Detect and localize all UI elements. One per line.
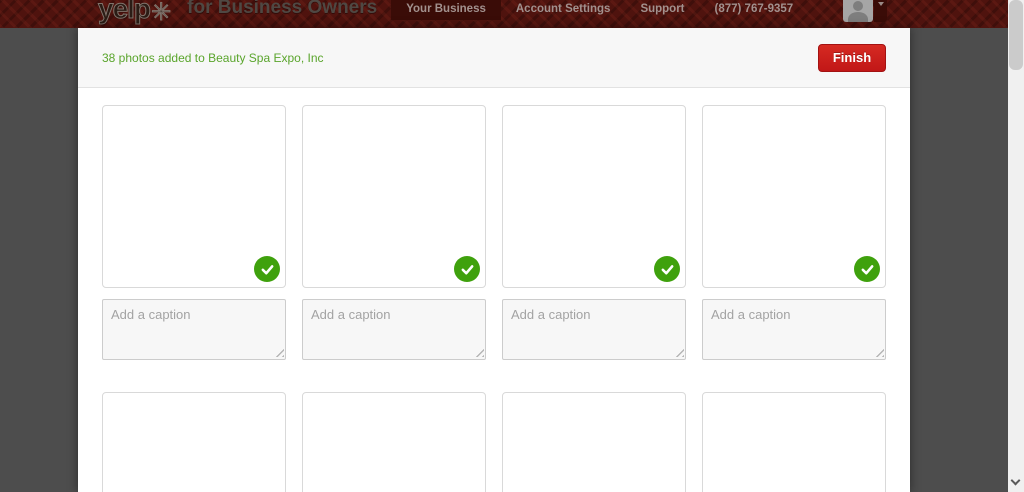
nav-item-account-settings[interactable]: Account Settings — [501, 0, 626, 20]
photo-tile[interactable] — [502, 105, 686, 288]
caption-input[interactable] — [302, 299, 486, 360]
yelp-burst-icon: ✳ — [151, 0, 172, 26]
scrollbar[interactable] — [1008, 0, 1024, 492]
photo-tile[interactable] — [302, 392, 486, 492]
nav-item-phone-number[interactable]: (877) 767-9357 — [700, 0, 809, 20]
photo-tile[interactable] — [102, 392, 286, 492]
photo-tile[interactable] — [502, 392, 686, 492]
pending-photo-row — [102, 392, 886, 492]
site-tagline: for Business Owners — [187, 0, 378, 18]
photo-tile[interactable] — [302, 105, 486, 288]
photo-tile[interactable] — [702, 105, 886, 288]
top-navbar: yelp ✳ for Business Owners Your Business… — [0, 0, 1008, 28]
upload-status-message: 38 photos added to Beauty Spa Expo, Inc — [102, 50, 324, 65]
photo-tile[interactable] — [102, 105, 286, 288]
scrollbar-thumb[interactable] — [1009, 0, 1023, 70]
modal-body — [78, 88, 910, 492]
uploaded-photo-row — [102, 105, 886, 288]
check-icon — [254, 256, 280, 282]
nav-item-support[interactable]: Support — [625, 0, 699, 20]
caption-row — [102, 299, 886, 360]
yelp-logo-text: yelp — [97, 0, 151, 25]
check-icon — [854, 256, 880, 282]
person-icon — [853, 1, 863, 11]
yelp-logo[interactable]: yelp ✳ — [97, 0, 172, 26]
user-menu-dropdown-button[interactable] — [874, 0, 887, 22]
finish-button[interactable]: Finish — [818, 43, 886, 72]
check-icon — [454, 256, 480, 282]
caption-input[interactable] — [502, 299, 686, 360]
caret-down-icon — [877, 2, 884, 6]
user-menu[interactable] — [843, 0, 887, 22]
chevron-down-icon[interactable] — [1010, 475, 1021, 486]
photo-tile[interactable] — [702, 392, 886, 492]
modal-header: 38 photos added to Beauty Spa Expo, Inc … — [78, 28, 910, 88]
nav-item-your-business[interactable]: Your Business — [391, 0, 501, 20]
check-icon — [654, 256, 680, 282]
avatar[interactable] — [843, 0, 873, 22]
photo-upload-modal: 38 photos added to Beauty Spa Expo, Inc … — [78, 28, 910, 492]
caption-input[interactable] — [102, 299, 286, 360]
header-nav: Your Business Account Settings Support (… — [391, 0, 808, 20]
caption-input[interactable] — [702, 299, 886, 360]
